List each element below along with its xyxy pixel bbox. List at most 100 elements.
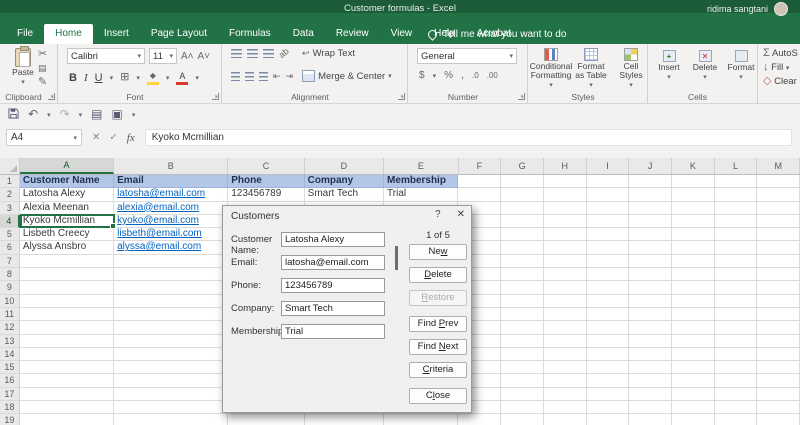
cell-H9[interactable] <box>544 281 587 294</box>
underline-button[interactable]: U <box>95 72 103 84</box>
cell-B6[interactable]: alyssa@email.com <box>114 241 228 254</box>
cell-I3[interactable] <box>587 202 630 215</box>
cell-B2[interactable]: latosha@email.com <box>114 188 228 201</box>
cancel-entry-icon[interactable]: ✕ <box>92 132 100 143</box>
criteria-button[interactable]: Criteria <box>409 362 467 378</box>
cell-L12[interactable] <box>715 321 758 334</box>
delete-cells-button[interactable]: ✕Delete▾ <box>688 50 722 82</box>
find-next-button[interactable]: Find Next <box>409 339 467 355</box>
cell-G4[interactable] <box>501 215 544 228</box>
cell-I6[interactable] <box>587 241 630 254</box>
cell-M17[interactable] <box>757 388 800 401</box>
membership-field[interactable] <box>281 324 385 339</box>
cell-E1[interactable]: Membership <box>384 175 458 188</box>
row-header-14[interactable]: 14 <box>0 348 20 361</box>
cell-A7[interactable] <box>20 255 114 268</box>
cell-A6[interactable]: Alyssa Ansbro <box>20 241 114 254</box>
cell-B18[interactable] <box>114 401 228 414</box>
font-name-select[interactable]: Calibri▾ <box>67 48 145 64</box>
cut-icon[interactable]: ✂ <box>38 49 47 60</box>
cell-L16[interactable] <box>715 374 758 387</box>
cell-K11[interactable] <box>672 308 715 321</box>
cell-A10[interactable] <box>20 295 114 308</box>
cell-J15[interactable] <box>629 361 672 374</box>
cell-H4[interactable] <box>544 215 587 228</box>
cell-H2[interactable] <box>544 188 587 201</box>
column-header-f[interactable]: F <box>459 158 502 174</box>
cell-I19[interactable] <box>587 414 630 425</box>
cell-B1[interactable]: Email <box>114 175 228 188</box>
tab-home[interactable]: Home <box>44 24 93 44</box>
cell-G2[interactable] <box>501 188 544 201</box>
cell-J2[interactable] <box>629 188 672 201</box>
cell-M12[interactable] <box>757 321 800 334</box>
increase-indent-icon[interactable]: ⇥ <box>286 71 294 82</box>
cell-M18[interactable] <box>757 401 800 414</box>
cell-B7[interactable] <box>114 255 228 268</box>
comma-icon[interactable]: , <box>461 70 464 81</box>
cell-M11[interactable] <box>757 308 800 321</box>
cell-L15[interactable] <box>715 361 758 374</box>
cell-A9[interactable] <box>20 281 114 294</box>
cell-L10[interactable] <box>715 295 758 308</box>
cell-F19[interactable] <box>458 414 501 425</box>
cell-A14[interactable] <box>20 348 114 361</box>
borders-chevron-icon[interactable]: ▾ <box>136 74 140 82</box>
cell-A15[interactable] <box>20 361 114 374</box>
cell-B13[interactable] <box>114 335 228 348</box>
cell-J5[interactable] <box>629 228 672 241</box>
cell-D19[interactable] <box>305 414 384 425</box>
format-painter-icon[interactable]: ✎ <box>38 77 47 88</box>
cell-I7[interactable] <box>587 255 630 268</box>
cell-K4[interactable] <box>672 215 715 228</box>
cell-L1[interactable] <box>715 175 758 188</box>
cell-I15[interactable] <box>587 361 630 374</box>
cell-C1[interactable]: Phone <box>228 175 304 188</box>
fill-color-chevron-icon[interactable]: ▾ <box>166 74 170 82</box>
cell-G19[interactable] <box>501 414 544 425</box>
dialog-scrollbar-thumb[interactable] <box>395 246 398 270</box>
cell-L18[interactable] <box>715 401 758 414</box>
cell-A16[interactable] <box>20 374 114 387</box>
close-button[interactable]: Close <box>409 388 467 404</box>
cell-G1[interactable] <box>501 175 544 188</box>
email-link[interactable]: alexia@email.com <box>117 202 199 213</box>
cell-A5[interactable]: Lisbeth Creecy <box>20 228 114 241</box>
cell-J19[interactable] <box>629 414 672 425</box>
email-field[interactable] <box>281 255 385 270</box>
cell-B14[interactable] <box>114 348 228 361</box>
cell-M2[interactable] <box>757 188 800 201</box>
copy-icon[interactable]: ▤ <box>38 63 47 74</box>
cell-B17[interactable] <box>114 388 228 401</box>
cell-A17[interactable] <box>20 388 114 401</box>
cell-J1[interactable] <box>629 175 672 188</box>
window-icon[interactable]: ▣ <box>112 109 123 120</box>
cell-J14[interactable] <box>629 348 672 361</box>
borders-icon[interactable]: ⊞ <box>120 72 129 83</box>
cell-G11[interactable] <box>501 308 544 321</box>
cell-A13[interactable] <box>20 335 114 348</box>
cell-G8[interactable] <box>501 268 544 281</box>
shrink-font-icon[interactable]: A˅ <box>198 51 211 62</box>
cell-D1[interactable]: Company <box>305 175 384 188</box>
cell-H6[interactable] <box>544 241 587 254</box>
row-header-7[interactable]: 7 <box>0 255 20 268</box>
customer-name-field[interactable] <box>281 232 385 247</box>
cell-G14[interactable] <box>501 348 544 361</box>
cell-G7[interactable] <box>501 255 544 268</box>
percent-icon[interactable]: % <box>444 70 453 81</box>
cell-H7[interactable] <box>544 255 587 268</box>
cell-M3[interactable] <box>757 202 800 215</box>
cell-L8[interactable] <box>715 268 758 281</box>
row-header-17[interactable]: 17 <box>0 388 20 401</box>
cell-G16[interactable] <box>501 374 544 387</box>
number-dialog-launcher-icon[interactable] <box>518 93 525 100</box>
tab-review[interactable]: Review <box>325 24 380 44</box>
cell-I8[interactable] <box>587 268 630 281</box>
cell-L9[interactable] <box>715 281 758 294</box>
tab-file[interactable]: File <box>6 24 44 44</box>
cell-A12[interactable] <box>20 321 114 334</box>
cell-M4[interactable] <box>757 215 800 228</box>
cell-J12[interactable] <box>629 321 672 334</box>
cell-H19[interactable] <box>544 414 587 425</box>
